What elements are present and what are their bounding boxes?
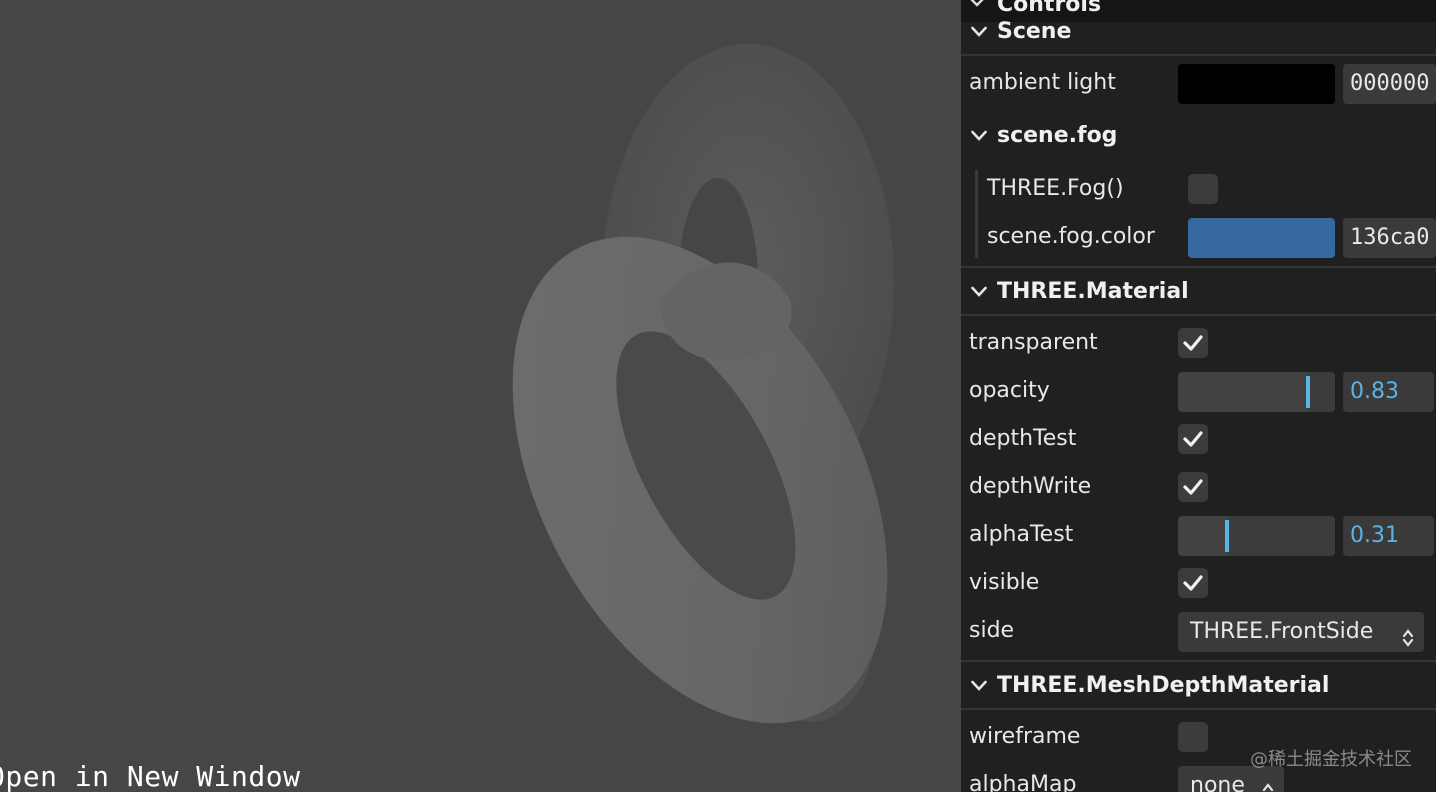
alphatest-number-input[interactable]: 0.31 bbox=[1343, 516, 1434, 556]
alphatest-label: alphaTest bbox=[969, 522, 1074, 547]
row-depthtest: depthTest bbox=[961, 416, 1436, 464]
alphatest-slider[interactable] bbox=[1178, 516, 1335, 556]
chevron-down-icon bbox=[971, 126, 987, 145]
controls-panel: Controls Scene ambient light 000000 scen… bbox=[961, 0, 1436, 792]
fog-color-hex-input[interactable]: 136ca0 bbox=[1343, 218, 1436, 258]
visible-label: visible bbox=[969, 570, 1040, 595]
alphamap-select-value: none bbox=[1190, 773, 1245, 792]
row-depthwrite: depthWrite bbox=[961, 464, 1436, 512]
chevron-down-icon bbox=[971, 22, 987, 41]
alphamap-label: alphaMap bbox=[969, 772, 1077, 792]
side-select-value: THREE.FrontSide bbox=[1190, 619, 1374, 644]
divider bbox=[961, 54, 1436, 56]
row-fog-toggle: THREE.Fog() bbox=[961, 166, 1436, 214]
transparent-label: transparent bbox=[969, 330, 1098, 355]
divider bbox=[961, 708, 1436, 710]
watermark: @稀土掘金技术社区 bbox=[1250, 749, 1412, 770]
divider bbox=[961, 660, 1436, 662]
select-arrows-icon bbox=[1262, 776, 1274, 792]
slider-fill bbox=[1178, 516, 1227, 556]
opacity-label: opacity bbox=[969, 378, 1050, 403]
divider bbox=[961, 266, 1436, 268]
folder-mesh-depth-material[interactable]: THREE.MeshDepthMaterial bbox=[961, 664, 1436, 710]
fog-toggle-checkbox[interactable] bbox=[1188, 174, 1218, 204]
row-transparent: transparent bbox=[961, 320, 1436, 368]
folder-material[interactable]: THREE.Material bbox=[961, 270, 1436, 316]
ambient-light-label: ambient light bbox=[969, 70, 1116, 95]
folder-label: THREE.Material bbox=[997, 279, 1189, 304]
torus-knot-render bbox=[512, 44, 894, 724]
wireframe-checkbox[interactable] bbox=[1178, 722, 1208, 752]
divider bbox=[961, 314, 1436, 316]
row-visible: visible bbox=[961, 560, 1436, 608]
transparent-checkbox[interactable] bbox=[1178, 328, 1208, 358]
chevron-down-icon bbox=[971, 676, 987, 695]
checkmark-icon bbox=[1183, 479, 1203, 495]
row-alphatest: alphaTest 0.31 bbox=[961, 512, 1436, 560]
depthtest-label: depthTest bbox=[969, 426, 1077, 451]
depthwrite-checkbox[interactable] bbox=[1178, 472, 1208, 502]
3d-viewport[interactable]: Open in New Window bbox=[0, 0, 961, 792]
row-ambient-light: ambient light 000000 bbox=[961, 60, 1436, 108]
side-select[interactable]: THREE.FrontSide bbox=[1178, 612, 1424, 652]
fog-color-swatch[interactable] bbox=[1188, 218, 1335, 258]
side-label: side bbox=[969, 618, 1015, 643]
row-fog-color: scene.fog.color 136ca0 bbox=[961, 214, 1436, 262]
opacity-slider[interactable] bbox=[1178, 372, 1335, 412]
depthtest-checkbox[interactable] bbox=[1178, 424, 1208, 454]
ambient-light-color-swatch[interactable] bbox=[1178, 64, 1335, 104]
folder-scene-fog[interactable]: scene.fog bbox=[961, 114, 1436, 160]
wireframe-label: wireframe bbox=[969, 724, 1081, 749]
depthwrite-label: depthWrite bbox=[969, 474, 1092, 499]
slider-knob[interactable] bbox=[1225, 520, 1229, 552]
fog-toggle-label: THREE.Fog() bbox=[987, 176, 1124, 201]
folder-scene[interactable]: Scene bbox=[961, 10, 1436, 56]
fog-color-label: scene.fog.color bbox=[987, 224, 1155, 249]
checkmark-icon bbox=[1183, 335, 1203, 351]
slider-knob[interactable] bbox=[1306, 376, 1310, 408]
chevron-down-icon bbox=[971, 282, 987, 301]
folder-label: scene.fog bbox=[997, 123, 1118, 148]
row-side: side THREE.FrontSide bbox=[961, 608, 1436, 656]
visible-checkbox[interactable] bbox=[1178, 568, 1208, 598]
select-arrows-icon bbox=[1402, 622, 1414, 662]
slider-fill bbox=[1178, 372, 1308, 412]
checkmark-icon bbox=[1183, 575, 1203, 591]
opacity-number-input[interactable]: 0.83 bbox=[1343, 372, 1434, 412]
checkmark-icon bbox=[1183, 431, 1203, 447]
open-in-new-window-link[interactable]: Open in New Window bbox=[0, 760, 300, 792]
folder-label: THREE.MeshDepthMaterial bbox=[997, 673, 1330, 698]
ambient-light-hex-input[interactable]: 000000 bbox=[1343, 64, 1436, 104]
row-opacity: opacity 0.83 bbox=[961, 368, 1436, 416]
folder-label: Scene bbox=[997, 19, 1072, 44]
